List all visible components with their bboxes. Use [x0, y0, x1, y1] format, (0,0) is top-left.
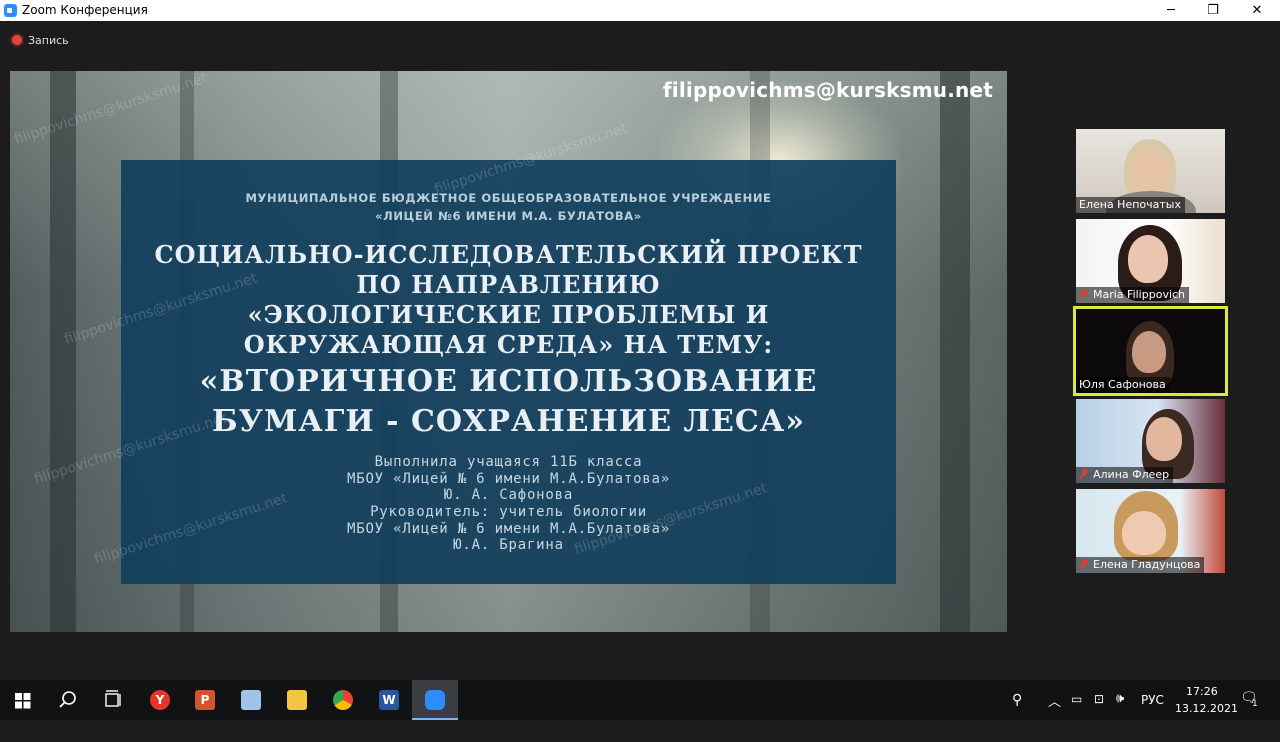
participant-tile[interactable]: Елена Гладунцова: [1076, 489, 1225, 573]
taskbar-app-zoom[interactable]: [412, 680, 458, 720]
people-icon[interactable]: ⚲: [1012, 692, 1022, 732]
taskbar-app-powerpoint[interactable]: P: [182, 680, 228, 720]
taskbar-app-yandex[interactable]: Y: [137, 680, 183, 720]
notification-count: 1: [1252, 699, 1258, 709]
shared-screen: filippovichms@kursksmu.net МУНИЦИПАЛЬНОЕ…: [10, 71, 1007, 632]
participant-tile[interactable]: Елена Непочатых: [1076, 129, 1225, 213]
yandex-browser-icon: Y: [150, 690, 170, 710]
author-info-line: Ю. А. Сафонова: [443, 487, 574, 503]
participant-tile-active-speaker[interactable]: Юля Сафонова: [1073, 306, 1228, 396]
participant-name: Елена Непочатых: [1076, 197, 1185, 213]
word-icon: W: [379, 690, 399, 710]
project-topic-line: БУМАГИ - СОХРАНЕНИЕ ЛЕСА»: [212, 404, 805, 439]
start-button[interactable]: [0, 680, 46, 720]
author-info-line: МБОУ «Лицей № 6 имени М.А.Булатова»: [346, 471, 670, 487]
record-icon: [12, 35, 22, 45]
chrome-icon: [333, 690, 353, 710]
taskbar-app-word[interactable]: W: [366, 680, 412, 720]
file-explorer-icon: [287, 690, 307, 710]
tree-trunk: [940, 71, 970, 632]
org-line-2: «ЛИЦЕЙ №6 ИМЕНИ М.А. БУЛАТОВА»: [375, 209, 642, 223]
task-view-icon: [105, 690, 121, 707]
project-title-line: СОЦИАЛЬНО-ИССЛЕДОВАТЕЛЬСКИЙ ПРОЕКТ: [154, 240, 863, 269]
participant-face: [1146, 417, 1182, 461]
recording-label: Запись: [28, 34, 69, 47]
mic-muted-icon: [1079, 289, 1089, 299]
participant-face: [1130, 149, 1170, 197]
network-icon[interactable]: ⊡: [1094, 692, 1104, 732]
participant-tile[interactable]: Maria Filippovich: [1076, 219, 1225, 303]
restore-button[interactable]: ❐: [1190, 0, 1236, 21]
mic-muted-icon: [1079, 559, 1089, 569]
close-button[interactable]: ✕: [1234, 0, 1280, 21]
taskbar-app-notepad[interactable]: [228, 680, 274, 720]
recording-indicator[interactable]: Запись: [12, 34, 69, 47]
participant-face: [1122, 511, 1166, 555]
participant-tile[interactable]: Алина Флеер: [1076, 399, 1225, 483]
search-button[interactable]: [45, 680, 91, 720]
participant-name: Maria Filippovich: [1076, 287, 1190, 303]
mic-muted-icon: [1079, 469, 1089, 479]
participant-name: Елена Гладунцова: [1076, 557, 1205, 573]
project-title-line: ОКРУЖАЮЩАЯ СРЕДА» НА ТЕМУ:: [243, 330, 774, 359]
powerpoint-icon: P: [195, 690, 215, 710]
window-title: Zoom Конференция: [22, 3, 148, 17]
zoom-icon: [425, 690, 445, 710]
participant-name: Юля Сафонова: [1076, 377, 1170, 393]
taskbar-app-chrome[interactable]: [320, 680, 366, 720]
author-info-line: Выполнила учащаяся 11Б класса: [374, 454, 643, 470]
volume-icon[interactable]: 🕪: [1116, 691, 1124, 731]
participant-name: Алина Флеер: [1076, 467, 1174, 483]
org-line-1: МУНИЦИПАЛЬНОЕ БЮДЖЕТНОЕ ОБЩЕОБРАЗОВАТЕЛЬ…: [245, 191, 772, 205]
project-title-line: «ЭКОЛОГИЧЕСКИЕ ПРОБЛЕМЫ И: [247, 300, 770, 329]
taskbar-app-explorer[interactable]: [274, 680, 320, 720]
language-indicator[interactable]: РУС: [1141, 693, 1164, 733]
battery-icon[interactable]: ▭: [1071, 692, 1082, 732]
clock-date[interactable]: 13.12.2021: [1175, 702, 1238, 742]
notepad-icon: [241, 690, 261, 710]
tray-chevron-up-icon[interactable]: ︿: [1048, 691, 1061, 731]
project-topic-line: «ВТОРИЧНОЕ ИСПОЛЬЗОВАНИЕ: [199, 364, 818, 399]
participant-face: [1132, 331, 1166, 373]
tree-trunk: [50, 71, 76, 632]
windows-taskbar: Y P W ⚲ ︿ ▭ ⊡ 🕪 РУС 17:26 13.12.2021 🗨 1: [0, 680, 1280, 720]
participant-face: [1128, 235, 1168, 283]
search-icon: [59, 691, 76, 708]
windows-logo-icon: [15, 693, 31, 709]
author-info-line: Ю.А. Брагина: [453, 537, 564, 553]
presenter-email: filippovichms@kursksmu.net: [662, 78, 993, 102]
author-info-line: МБОУ «Лицей № 6 имени М.А.Булатова»: [346, 521, 670, 537]
zoom-app-icon: [4, 4, 17, 17]
window-title-bar: Zoom Конференция ─ ❐ ✕: [0, 0, 1280, 21]
minimize-button[interactable]: ─: [1148, 0, 1194, 21]
task-view-button[interactable]: [90, 680, 136, 720]
